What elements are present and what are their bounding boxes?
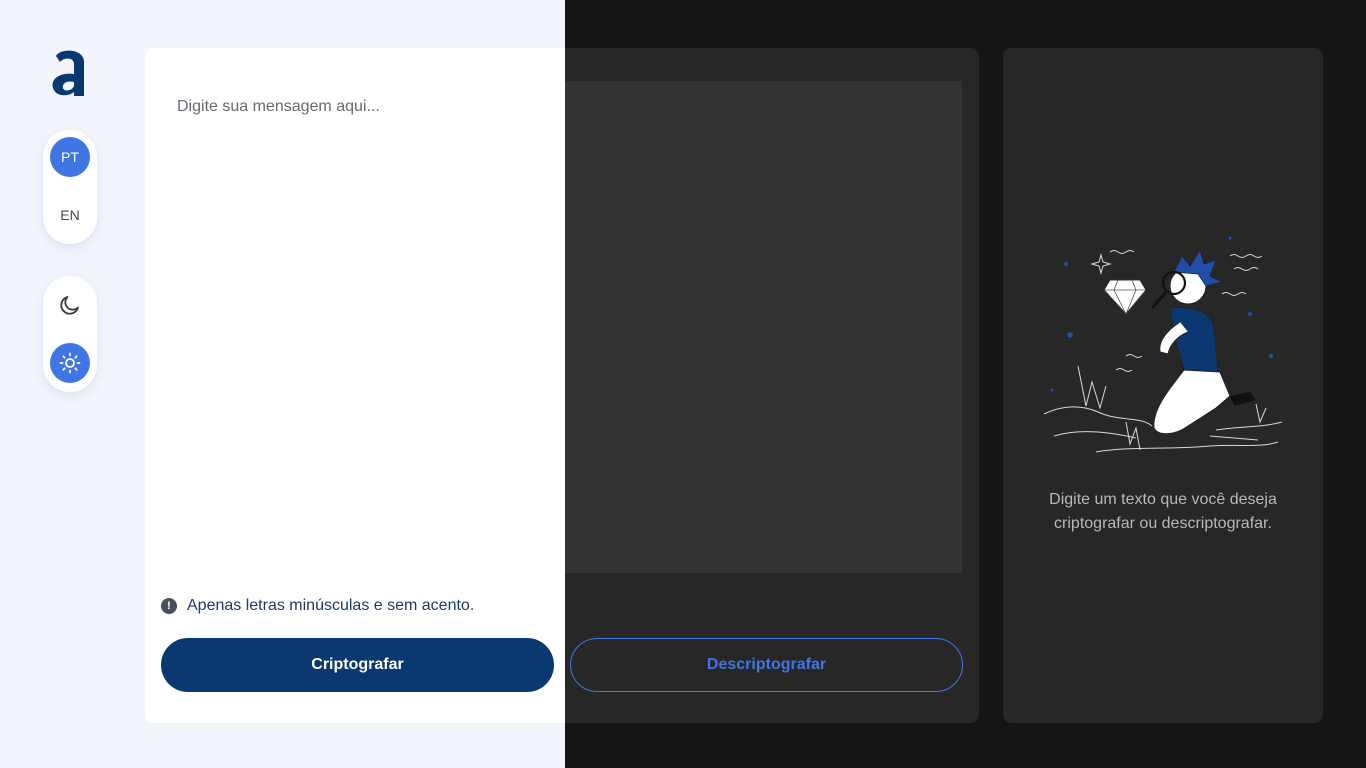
language-pt-button[interactable]: PT bbox=[50, 137, 90, 177]
moon-icon bbox=[60, 296, 79, 315]
language-en-label: EN bbox=[60, 207, 80, 223]
sun-icon bbox=[59, 352, 81, 374]
light-theme-button[interactable] bbox=[50, 343, 90, 383]
input-hint: ! Apenas letras minúsculas e sem acento. bbox=[161, 596, 474, 616]
encrypt-button[interactable]: Criptografar bbox=[161, 638, 554, 692]
editor-textarea-dark-half bbox=[565, 81, 962, 573]
alura-logo-icon bbox=[52, 50, 84, 96]
dark-theme-button[interactable] bbox=[50, 285, 90, 325]
input-hint-text: Apenas letras minúsculas e sem acento. bbox=[187, 597, 475, 614]
theme-switcher bbox=[43, 276, 97, 392]
language-switcher: PT EN bbox=[43, 130, 97, 244]
language-pt-label: PT bbox=[61, 149, 79, 165]
exclamation-circle-icon: ! bbox=[161, 598, 177, 614]
output-empty-message: Digite um texto que você deseja criptogr… bbox=[1049, 491, 1277, 532]
language-en-button[interactable]: EN bbox=[50, 195, 90, 235]
message-input[interactable] bbox=[161, 81, 561, 573]
person-with-magnifier-and-diamond-illustration bbox=[1043, 236, 1283, 453]
decrypt-button[interactable]: Descriptografar bbox=[570, 638, 963, 692]
